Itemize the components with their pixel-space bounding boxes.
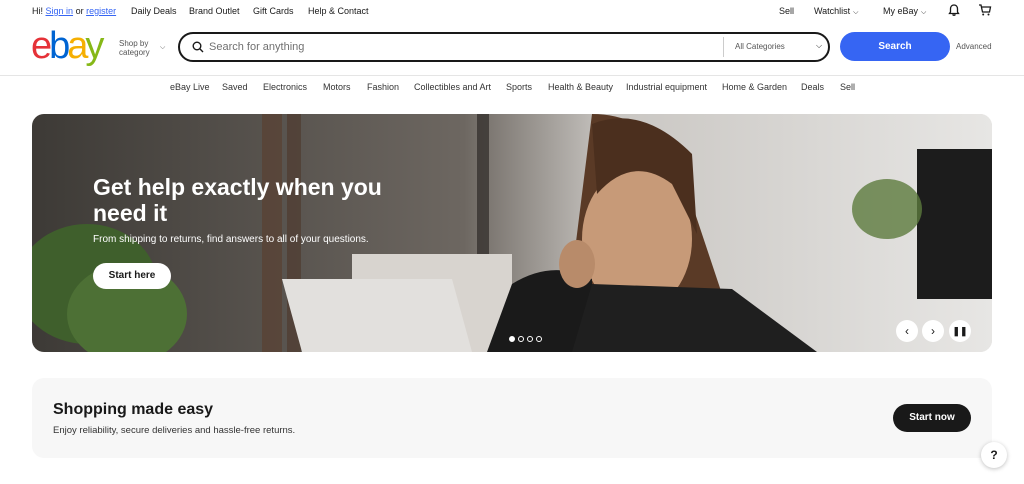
hero-title: Get help exactly when you need it — [93, 174, 382, 226]
hero-subtitle: From shipping to returns, find answers t… — [93, 234, 369, 245]
start-now-button[interactable]: Start now — [893, 404, 971, 432]
carousel-dot[interactable] — [527, 336, 533, 342]
header-divider — [0, 75, 1024, 76]
logo-letter-a: a — [67, 25, 88, 67]
hero-banner[interactable]: Get help exactly when you need it From s… — [32, 114, 992, 352]
top-utility-bar: Hi! Sign in or register Daily Deals Bran… — [0, 0, 1024, 21]
sign-in-link[interactable]: Sign in — [46, 6, 74, 16]
logo-letter-b: b — [49, 25, 70, 67]
chevron-down-icon[interactable]: ⌵ — [816, 41, 822, 51]
chevron-left-icon[interactable]: ‹ — [896, 320, 918, 342]
nav-item-home-garden[interactable]: Home & Garden — [722, 82, 787, 92]
start-here-button[interactable]: Start here — [93, 263, 171, 289]
shop-by-line1: Shop by — [119, 39, 149, 48]
nav-item-health-beauty[interactable]: Health & Beauty — [548, 82, 613, 92]
nav-item-industrial[interactable]: Industrial equipment — [626, 82, 707, 92]
watchlist-label: Watchlist — [814, 6, 851, 16]
gift-cards-link[interactable]: Gift Cards — [253, 6, 294, 16]
chevron-right-icon[interactable]: › — [922, 320, 944, 342]
greeting: Hi! Sign in or register — [32, 6, 116, 16]
carousel-dot[interactable] — [518, 336, 524, 342]
register-link[interactable]: register — [86, 6, 116, 16]
my-ebay-label: My eBay — [883, 6, 919, 16]
band-subtitle: Enjoy reliability, secure deliveries and… — [53, 425, 296, 436]
ebay-logo[interactable]: ebay — [31, 27, 111, 65]
pause-icon[interactable]: ❚❚ — [949, 320, 971, 342]
help-button[interactable]: ? — [981, 442, 1007, 468]
search-divider — [723, 37, 724, 57]
my-ebay-menu[interactable]: My eBay ⌵ — [883, 6, 926, 17]
or-text: or — [75, 6, 84, 16]
watchlist-menu[interactable]: Watchlist ⌵ — [814, 6, 858, 17]
advanced-search-link[interactable]: Advanced — [956, 42, 992, 51]
nav-item-electronics[interactable]: Electronics — [263, 82, 307, 92]
shopping-made-easy-banner: Shopping made easy Enjoy reliability, se… — [32, 378, 992, 458]
carousel-dot[interactable] — [536, 336, 542, 342]
chevron-down-icon: ⌵ — [921, 9, 927, 16]
greeting-text: Hi! — [32, 6, 43, 16]
search-icon — [192, 41, 204, 53]
nav-item-sports[interactable]: Sports — [506, 82, 532, 92]
logo-letter-e: e — [31, 25, 52, 67]
search-button[interactable]: Search — [840, 32, 950, 61]
hero-photo — [32, 114, 992, 352]
shop-by-category-button[interactable]: Shop by category ⌵ — [119, 39, 165, 57]
band-title: Shopping made easy — [53, 401, 214, 418]
nav-item-deals[interactable]: Deals — [801, 82, 824, 92]
search-bar: All Categories ⌵ — [178, 32, 830, 62]
shop-by-line2: category — [119, 48, 150, 57]
help-contact-link[interactable]: Help & Contact — [308, 6, 369, 16]
chevron-down-icon: ⌵ — [853, 9, 859, 16]
nav-item-fashion[interactable]: Fashion — [367, 82, 399, 92]
cart-icon[interactable] — [978, 3, 992, 17]
carousel-dot[interactable] — [509, 336, 515, 342]
nav-item-saved[interactable]: Saved — [222, 82, 248, 92]
nav-item-motors[interactable]: Motors — [323, 82, 351, 92]
nav-item-ebay-live[interactable]: eBay Live — [170, 82, 210, 92]
search-input[interactable] — [209, 38, 709, 56]
daily-deals-link[interactable]: Daily Deals — [131, 6, 177, 16]
nav-item-sell[interactable]: Sell — [840, 82, 855, 92]
nav-item-collectibles[interactable]: Collectibles and Art — [414, 82, 491, 92]
chevron-down-icon: ⌵ — [160, 44, 166, 51]
logo-letter-y: y — [85, 25, 104, 67]
category-select[interactable]: All Categories — [735, 42, 785, 51]
bell-icon[interactable] — [947, 3, 961, 17]
brand-outlet-link[interactable]: Brand Outlet — [189, 6, 240, 16]
sell-link[interactable]: Sell — [779, 6, 794, 16]
